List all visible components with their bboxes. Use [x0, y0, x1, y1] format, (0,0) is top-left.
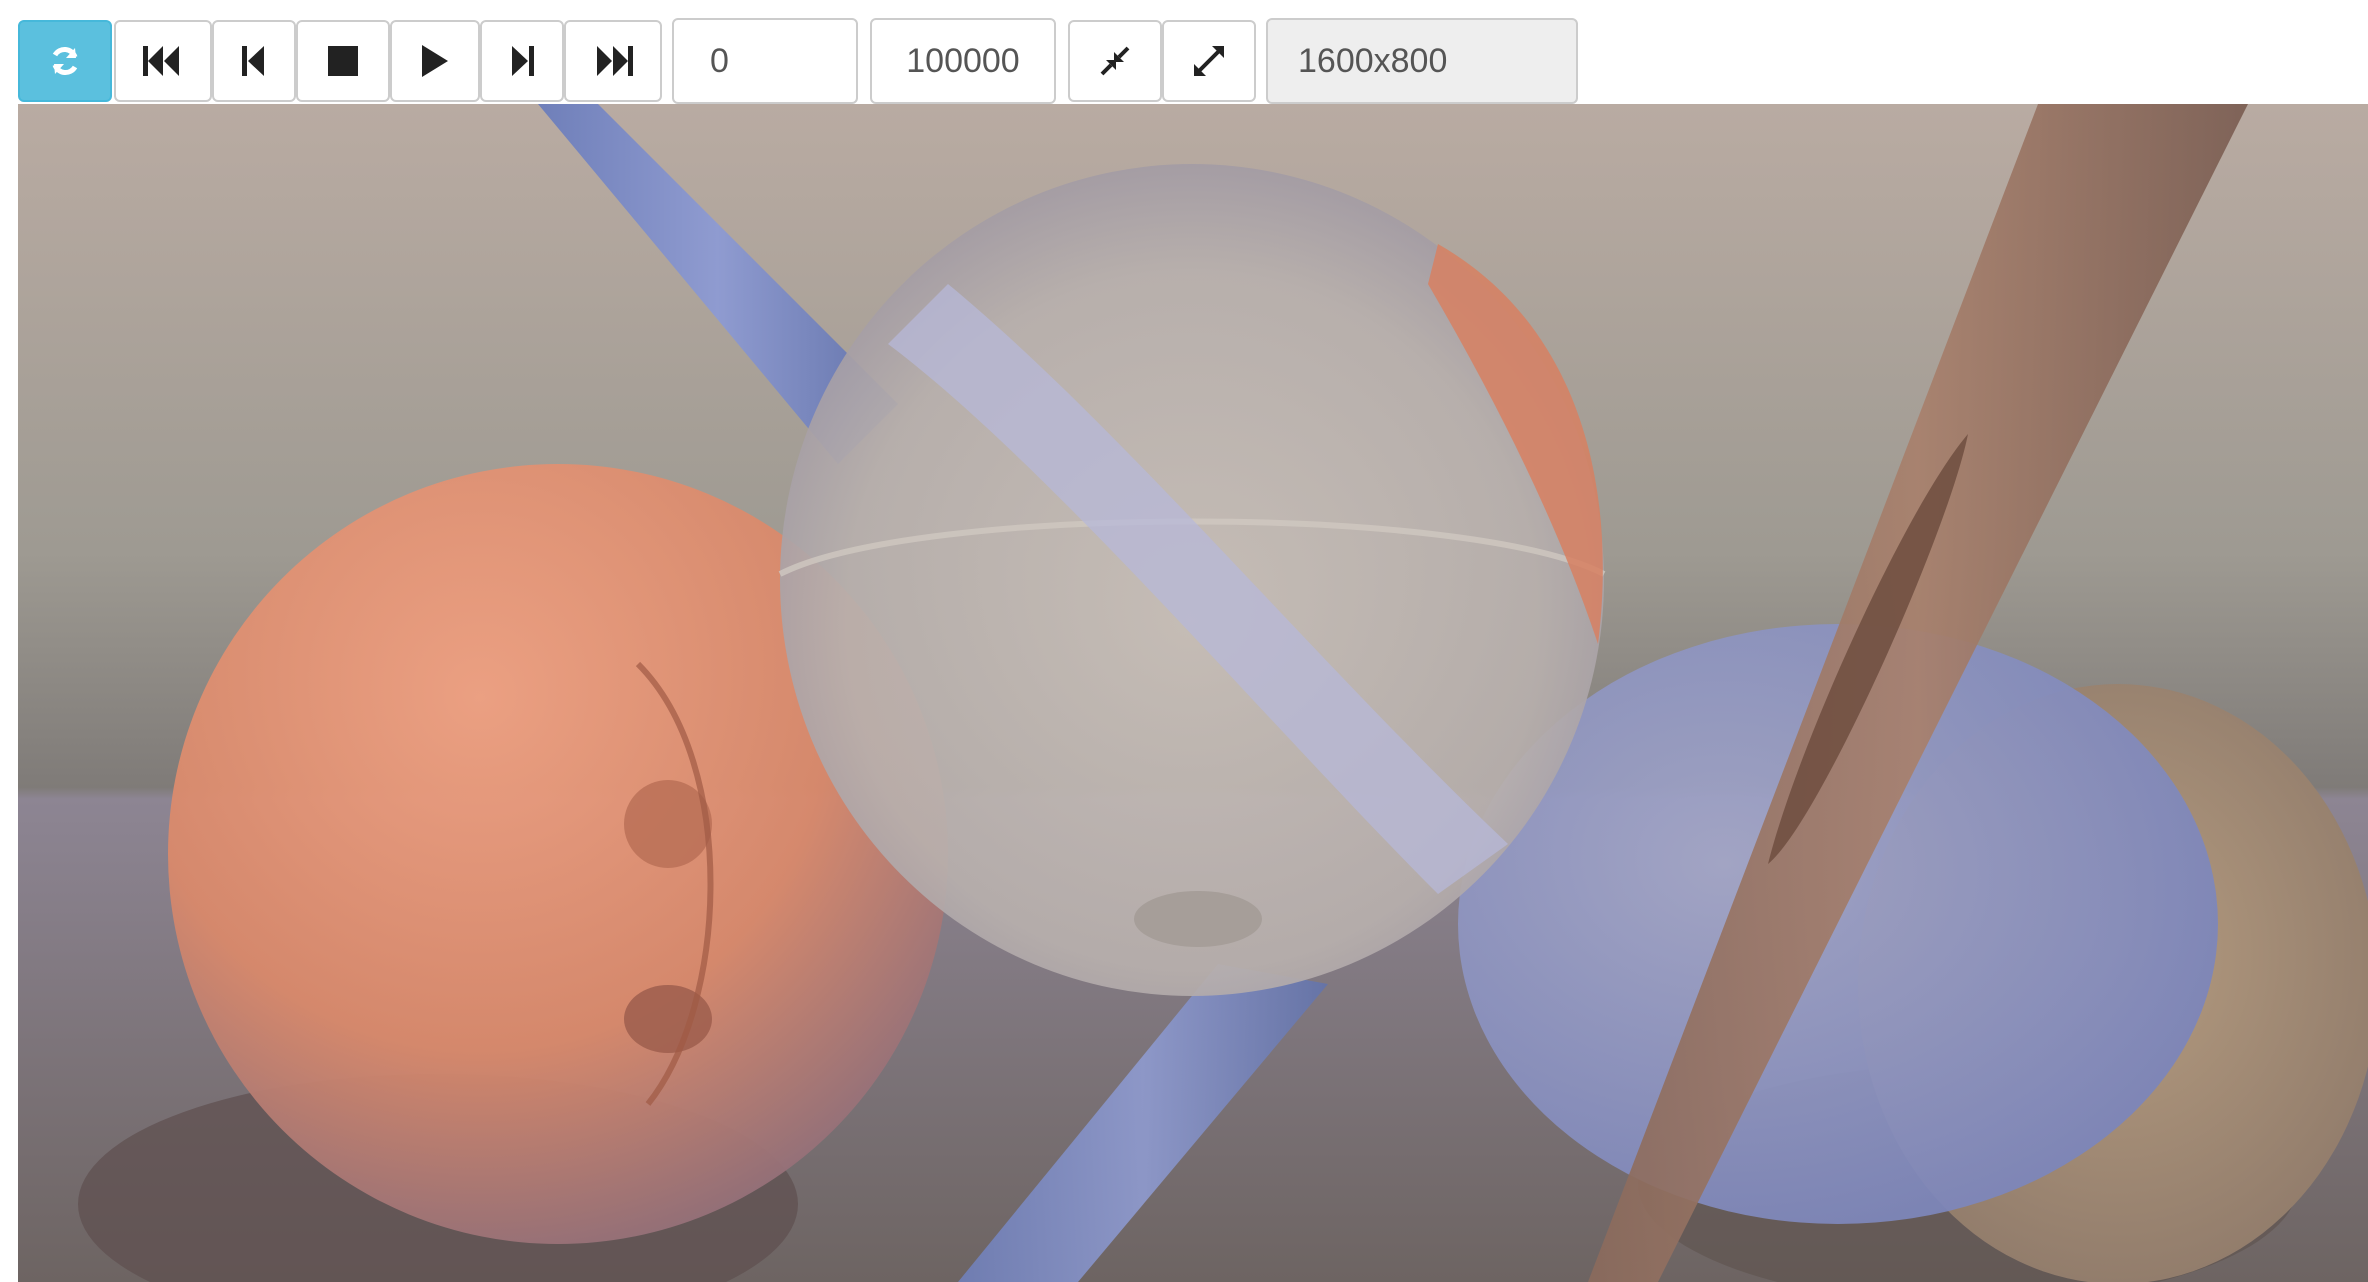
shrink-button[interactable] — [1068, 20, 1162, 102]
next-frame-button[interactable] — [480, 20, 564, 102]
render-viewport[interactable] — [18, 104, 2368, 1282]
expand-button[interactable] — [1162, 20, 1256, 102]
previous-frame-button[interactable] — [212, 20, 296, 102]
refresh-button[interactable] — [18, 20, 112, 102]
end-frame-input[interactable] — [870, 18, 1056, 104]
refresh-icon — [48, 44, 82, 78]
fast-forward-icon — [593, 46, 633, 76]
step-forward-icon — [510, 46, 534, 76]
player-toolbar — [18, 18, 2348, 104]
first-frame-button[interactable] — [114, 20, 212, 102]
start-frame-input[interactable] — [672, 18, 858, 104]
step-backward-icon — [242, 46, 266, 76]
raytraced-scene-image — [18, 104, 2368, 1282]
stop-button[interactable] — [296, 20, 390, 102]
play-button[interactable] — [390, 20, 480, 102]
fast-backward-icon — [143, 46, 183, 76]
play-icon — [420, 45, 450, 77]
resolution-field[interactable] — [1266, 18, 1578, 104]
last-frame-button[interactable] — [564, 20, 662, 102]
stop-icon — [328, 46, 358, 76]
expand-icon — [1194, 46, 1224, 76]
compress-icon — [1100, 46, 1130, 76]
